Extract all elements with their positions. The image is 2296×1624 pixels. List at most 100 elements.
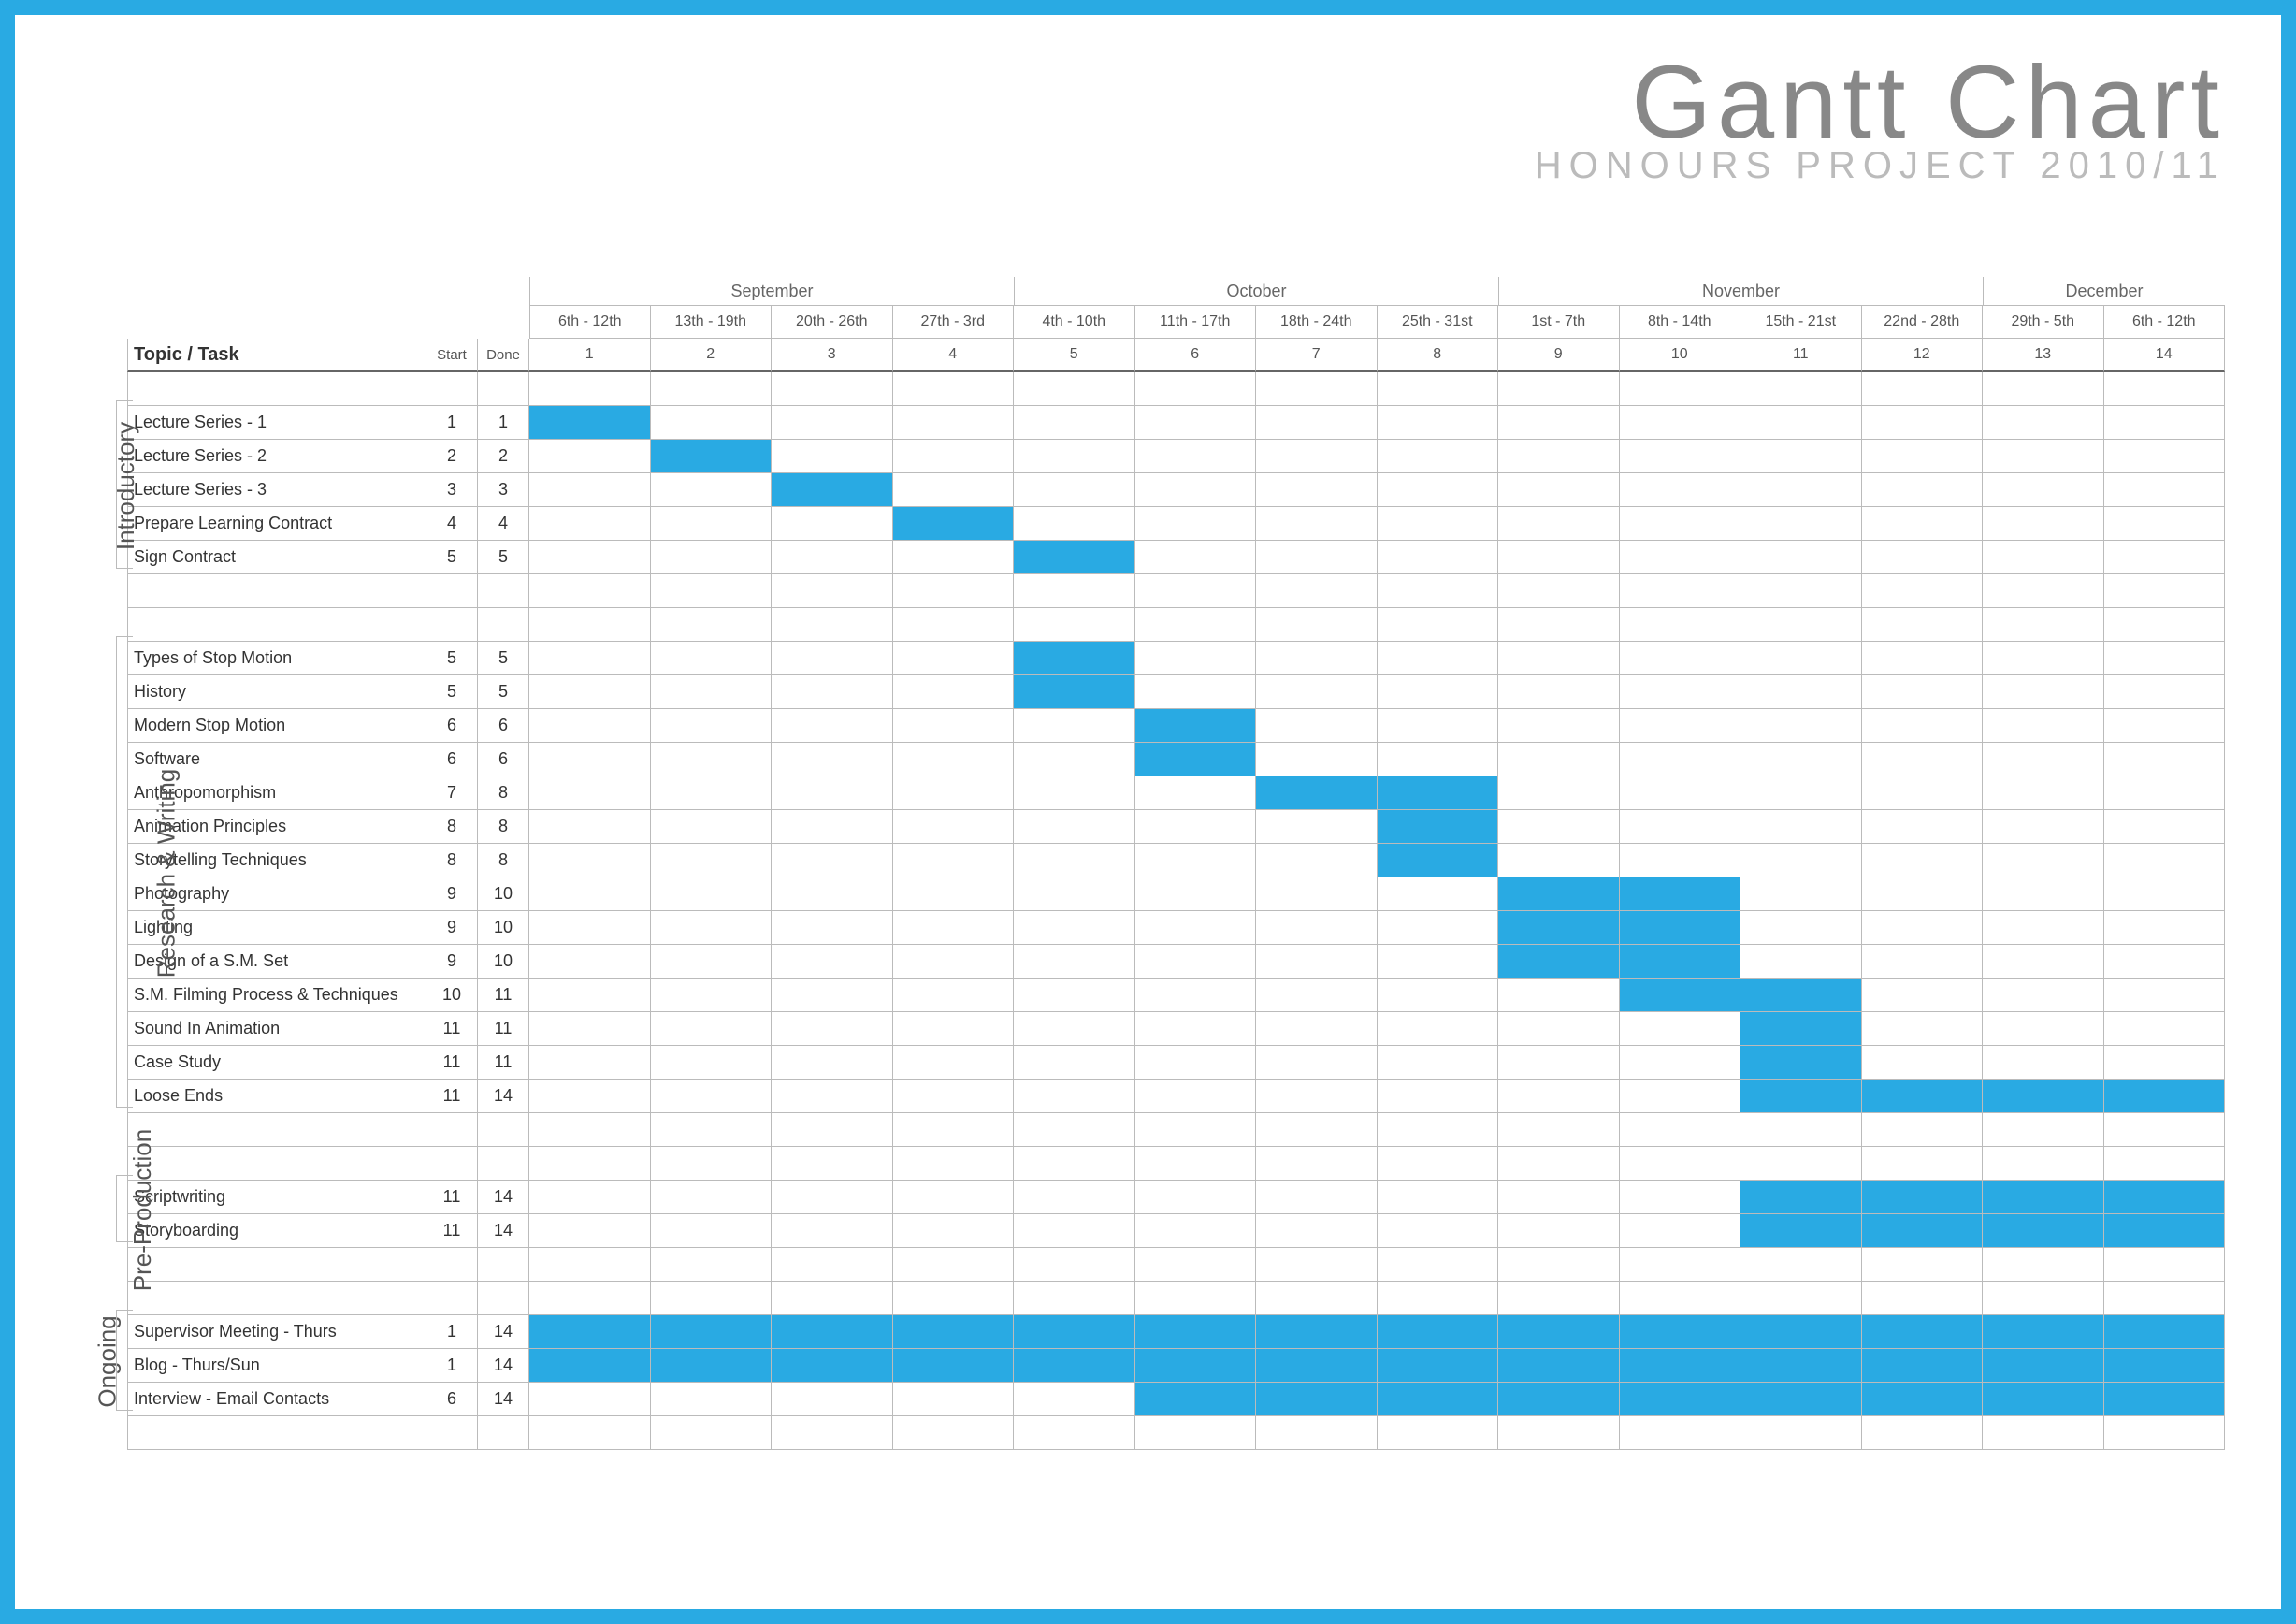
task-done: 8 xyxy=(478,776,529,810)
gantt-cell xyxy=(1498,709,1620,743)
gantt-cell xyxy=(1498,1181,1620,1214)
gantt-cell xyxy=(1740,507,1862,541)
task-start: 5 xyxy=(426,675,478,709)
gantt-cell xyxy=(893,1214,1015,1248)
month-header: October xyxy=(1014,277,1498,305)
week-date-header: 18th - 24th xyxy=(1256,305,1378,339)
task-start: 9 xyxy=(426,911,478,945)
gantt-cell xyxy=(1983,945,2104,979)
week-date-header: 13th - 19th xyxy=(651,305,773,339)
week-num-header: 13 xyxy=(1983,339,2104,372)
gantt-cell xyxy=(529,979,651,1012)
gantt-cell xyxy=(893,1080,1015,1113)
gantt-bar xyxy=(1256,1383,1378,1416)
gantt-cell xyxy=(1620,1012,1741,1046)
gantt-cell xyxy=(1256,810,1378,844)
gantt-cell xyxy=(1014,406,1135,440)
gantt-cell xyxy=(651,1181,773,1214)
gantt-bar xyxy=(1378,844,1499,877)
gantt-cell xyxy=(1135,844,1257,877)
gantt-cell xyxy=(1862,844,1984,877)
gantt-cell xyxy=(1498,507,1620,541)
gantt-cell xyxy=(529,541,651,574)
task-done: 6 xyxy=(478,743,529,776)
week-num-header: 4 xyxy=(893,339,1015,372)
task-start: 8 xyxy=(426,810,478,844)
gantt-cell xyxy=(651,810,773,844)
task-name: Storyboarding xyxy=(127,1214,426,1248)
gantt-bar xyxy=(2104,1315,2226,1349)
task-done: 5 xyxy=(478,675,529,709)
task-start: 9 xyxy=(426,945,478,979)
gantt-cell xyxy=(2104,709,2226,743)
gantt-cell xyxy=(651,709,773,743)
task-start: 11 xyxy=(426,1080,478,1113)
gantt-cell xyxy=(1014,473,1135,507)
gantt-cell xyxy=(529,911,651,945)
gantt-bar xyxy=(1014,1315,1135,1349)
gantt-cell xyxy=(2104,1012,2226,1046)
task-start: 11 xyxy=(426,1181,478,1214)
gantt-bar xyxy=(2104,1349,2226,1383)
gantt-chart: SeptemberOctoberNovemberDecember6th - 12… xyxy=(71,277,2225,1450)
gantt-cell xyxy=(772,642,893,675)
task-done: 14 xyxy=(478,1383,529,1416)
gantt-bar xyxy=(1620,911,1741,945)
week-date-header: 25th - 31st xyxy=(1378,305,1499,339)
gantt-cell xyxy=(1620,776,1741,810)
gantt-cell xyxy=(1135,1214,1257,1248)
gantt-cell xyxy=(1498,1080,1620,1113)
week-date-header: 11th - 17th xyxy=(1135,305,1257,339)
gantt-cell xyxy=(1498,776,1620,810)
gantt-cell xyxy=(1378,1214,1499,1248)
gantt-bar xyxy=(1498,1315,1620,1349)
gantt-cell xyxy=(772,945,893,979)
task-done: 14 xyxy=(478,1214,529,1248)
gantt-cell xyxy=(772,406,893,440)
task-name: Prepare Learning Contract xyxy=(127,507,426,541)
task-name: Modern Stop Motion xyxy=(127,709,426,743)
task-start: 6 xyxy=(426,1383,478,1416)
gantt-bar xyxy=(1862,1349,1984,1383)
gantt-bar xyxy=(2104,1080,2226,1113)
task-done: 8 xyxy=(478,810,529,844)
week-date-header: 27th - 3rd xyxy=(893,305,1015,339)
week-date-header: 20th - 26th xyxy=(772,305,893,339)
gantt-cell xyxy=(772,1046,893,1080)
gantt-bar xyxy=(1740,1012,1862,1046)
gantt-cell xyxy=(651,675,773,709)
gantt-bar xyxy=(1135,743,1257,776)
gantt-cell xyxy=(1620,507,1741,541)
gantt-bar xyxy=(1740,979,1862,1012)
task-done: 5 xyxy=(478,541,529,574)
month-header: November xyxy=(1498,277,1983,305)
gantt-cell xyxy=(1378,877,1499,911)
gantt-bar xyxy=(1620,1349,1741,1383)
gantt-bar xyxy=(1256,1315,1378,1349)
task-name: Sign Contract xyxy=(127,541,426,574)
gantt-cell xyxy=(1740,440,1862,473)
gantt-cell xyxy=(1256,1181,1378,1214)
week-date-header: 29th - 5th xyxy=(1983,305,2104,339)
gantt-bar xyxy=(1862,1181,1984,1214)
gantt-cell xyxy=(1378,945,1499,979)
task-start: 9 xyxy=(426,877,478,911)
gantt-cell xyxy=(772,1181,893,1214)
task-name: Case Study xyxy=(127,1046,426,1080)
gantt-cell xyxy=(1135,473,1257,507)
gantt-cell xyxy=(651,877,773,911)
gantt-cell xyxy=(893,1383,1015,1416)
gantt-cell xyxy=(529,743,651,776)
gantt-bar xyxy=(2104,1181,2226,1214)
week-num-header: 5 xyxy=(1014,339,1135,372)
gantt-cell xyxy=(1620,1214,1741,1248)
gantt-bar xyxy=(772,1315,893,1349)
gantt-cell xyxy=(1014,743,1135,776)
gantt-cell xyxy=(1014,844,1135,877)
task-start: 11 xyxy=(426,1012,478,1046)
gantt-cell xyxy=(1014,979,1135,1012)
gantt-cell xyxy=(1014,1214,1135,1248)
gantt-cell xyxy=(772,911,893,945)
gantt-cell xyxy=(1135,507,1257,541)
gantt-cell xyxy=(2104,1046,2226,1080)
